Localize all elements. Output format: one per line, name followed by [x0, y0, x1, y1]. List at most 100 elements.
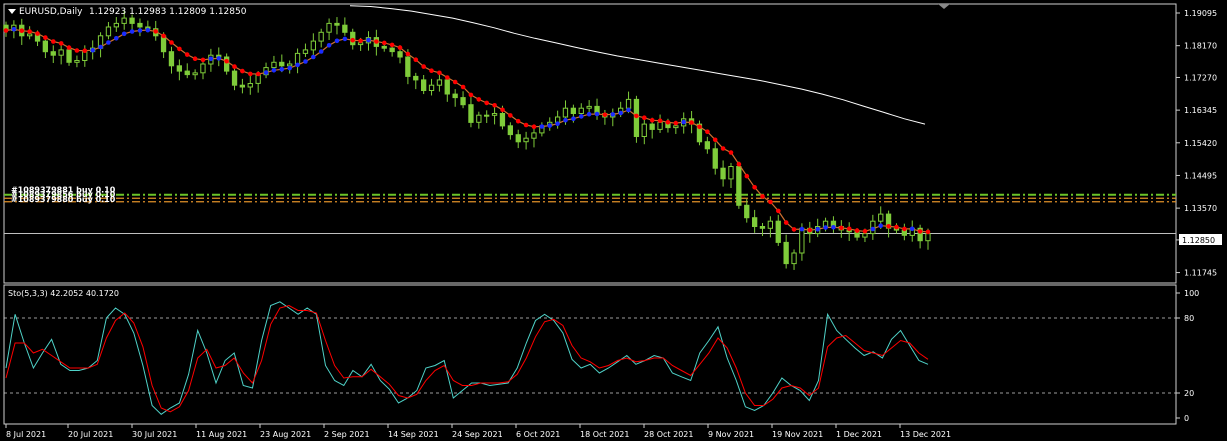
date-tick-label: 23 Aug 2021: [260, 430, 311, 439]
fast-ma-dot: [27, 29, 32, 34]
fast-ma-dot: [736, 161, 742, 167]
candle-body: [720, 167, 726, 180]
price-tick-label: 1.17270: [1184, 73, 1217, 82]
candle-body: [570, 107, 577, 114]
trading-chart[interactable]: #1089379881 buy 0.10#1089379856 buy 0.10…: [0, 0, 1227, 441]
fast-ma-dot: [169, 40, 174, 45]
fast-ma-dot: [515, 118, 521, 124]
candle-body: [192, 72, 198, 76]
date-tick-label: 24 Sep 2021: [452, 430, 503, 439]
date-tick-label: 18 Oct 2021: [580, 430, 629, 439]
fast-ma-dot: [263, 70, 269, 75]
candle-body: [586, 105, 592, 109]
symbol-timeframe: EURUSD,Daily: [19, 7, 83, 17]
price-tick-label: 1.13570: [1184, 204, 1217, 213]
fast-ma-dot: [311, 54, 316, 60]
fast-ma-dot: [11, 27, 17, 32]
fast-ma-dot: [665, 120, 671, 125]
candle-body: [428, 84, 435, 91]
fast-ma-dot: [468, 92, 474, 98]
candle-body: [515, 134, 521, 143]
fast-ma-dot: [177, 46, 182, 52]
fast-ma-dot: [508, 113, 513, 118]
fast-ma-dot: [657, 118, 663, 123]
stoch-tick-label: 100: [1184, 289, 1199, 298]
date-tick-label: 28 Oct 2021: [644, 430, 693, 439]
fast-ma-dot: [925, 229, 931, 235]
date-tick-label: 9 Nov 2021: [708, 430, 754, 439]
fast-ma-dot: [776, 208, 781, 214]
fast-ma-dot: [917, 229, 923, 234]
fast-ma-dot: [476, 97, 482, 102]
fast-ma-dot: [697, 124, 702, 130]
candle-body: [318, 31, 324, 42]
candle-body: [239, 84, 245, 88]
fast-ma-dot: [35, 31, 40, 36]
date-tick-label: 30 Jul 2021: [132, 430, 177, 439]
fast-ma-dot: [492, 103, 497, 108]
fast-ma-dot: [586, 111, 592, 117]
candle-body: [42, 40, 49, 53]
fast-ma-dot: [200, 57, 206, 63]
fast-ma-dot: [712, 137, 718, 143]
current-price-label: 1.12850: [1182, 236, 1215, 245]
candle-body: [271, 61, 277, 69]
price-panel[interactable]: [3, 3, 1177, 284]
candle-body: [783, 241, 789, 265]
fast-ma-dot: [232, 64, 237, 69]
fast-ma-dot: [705, 129, 710, 134]
date-tick-label: 14 Sep 2021: [388, 430, 439, 439]
candle-body: [862, 233, 868, 238]
candle-body: [452, 93, 458, 99]
candle-body: [531, 132, 537, 139]
fast-ma-dot: [791, 227, 797, 232]
fast-ma-dot: [594, 111, 600, 117]
price-tick-label: 1.14495: [1184, 171, 1217, 180]
fast-ma-dot: [500, 107, 505, 113]
fast-ma-dot: [98, 44, 103, 50]
fast-ma-dot: [799, 226, 805, 232]
order-label: #1089379880 buy 0.10: [11, 195, 116, 204]
candle-body: [625, 98, 632, 109]
fast-ma-dot: [870, 226, 876, 232]
candle-body: [58, 49, 64, 56]
candle-body: [468, 104, 474, 123]
fast-ma-dot: [768, 199, 773, 205]
fast-ma-dot: [389, 42, 395, 48]
candle-body: [200, 63, 206, 74]
candle-body: [105, 26, 112, 37]
fast-ma-dot: [547, 123, 552, 128]
fast-ma-dot: [523, 122, 529, 128]
fast-ma-dot: [421, 64, 427, 69]
candle-body: [436, 79, 443, 86]
price-tick-label: 1.19095: [1184, 9, 1217, 18]
fast-ma-dot: [815, 227, 820, 232]
candle-body: [287, 63, 293, 67]
fast-ma-dot: [121, 31, 127, 37]
candle-body: [704, 141, 711, 150]
ohlc-readout: 1.12923 1.12983 1.12809 1.12850: [89, 7, 247, 17]
fast-ma-dot: [248, 71, 253, 77]
candle-body: [82, 51, 88, 62]
fast-ma-dot: [216, 56, 222, 61]
fast-ma-dot: [839, 225, 844, 231]
candle-body: [578, 107, 584, 114]
candle-body: [562, 107, 569, 118]
fast-ma-dot: [752, 185, 757, 190]
fast-ma-dot: [3, 28, 9, 33]
candle-body: [744, 204, 750, 219]
fast-ma-dot: [271, 68, 277, 73]
candle-body: [326, 22, 332, 33]
fast-ma-dot: [90, 47, 95, 53]
fast-ma-dot: [760, 194, 765, 199]
candle-body: [499, 113, 506, 127]
candle-body: [247, 83, 253, 88]
candle-body: [279, 61, 285, 67]
fast-ma-dot: [886, 224, 891, 229]
candle-body: [673, 125, 679, 129]
candle-body: [728, 166, 734, 180]
price-tick-label: 1.18170: [1184, 42, 1217, 51]
candle-body: [878, 213, 884, 222]
fast-ma-dot: [539, 124, 545, 129]
date-tick-label: 13 Dec 2021: [900, 430, 951, 439]
